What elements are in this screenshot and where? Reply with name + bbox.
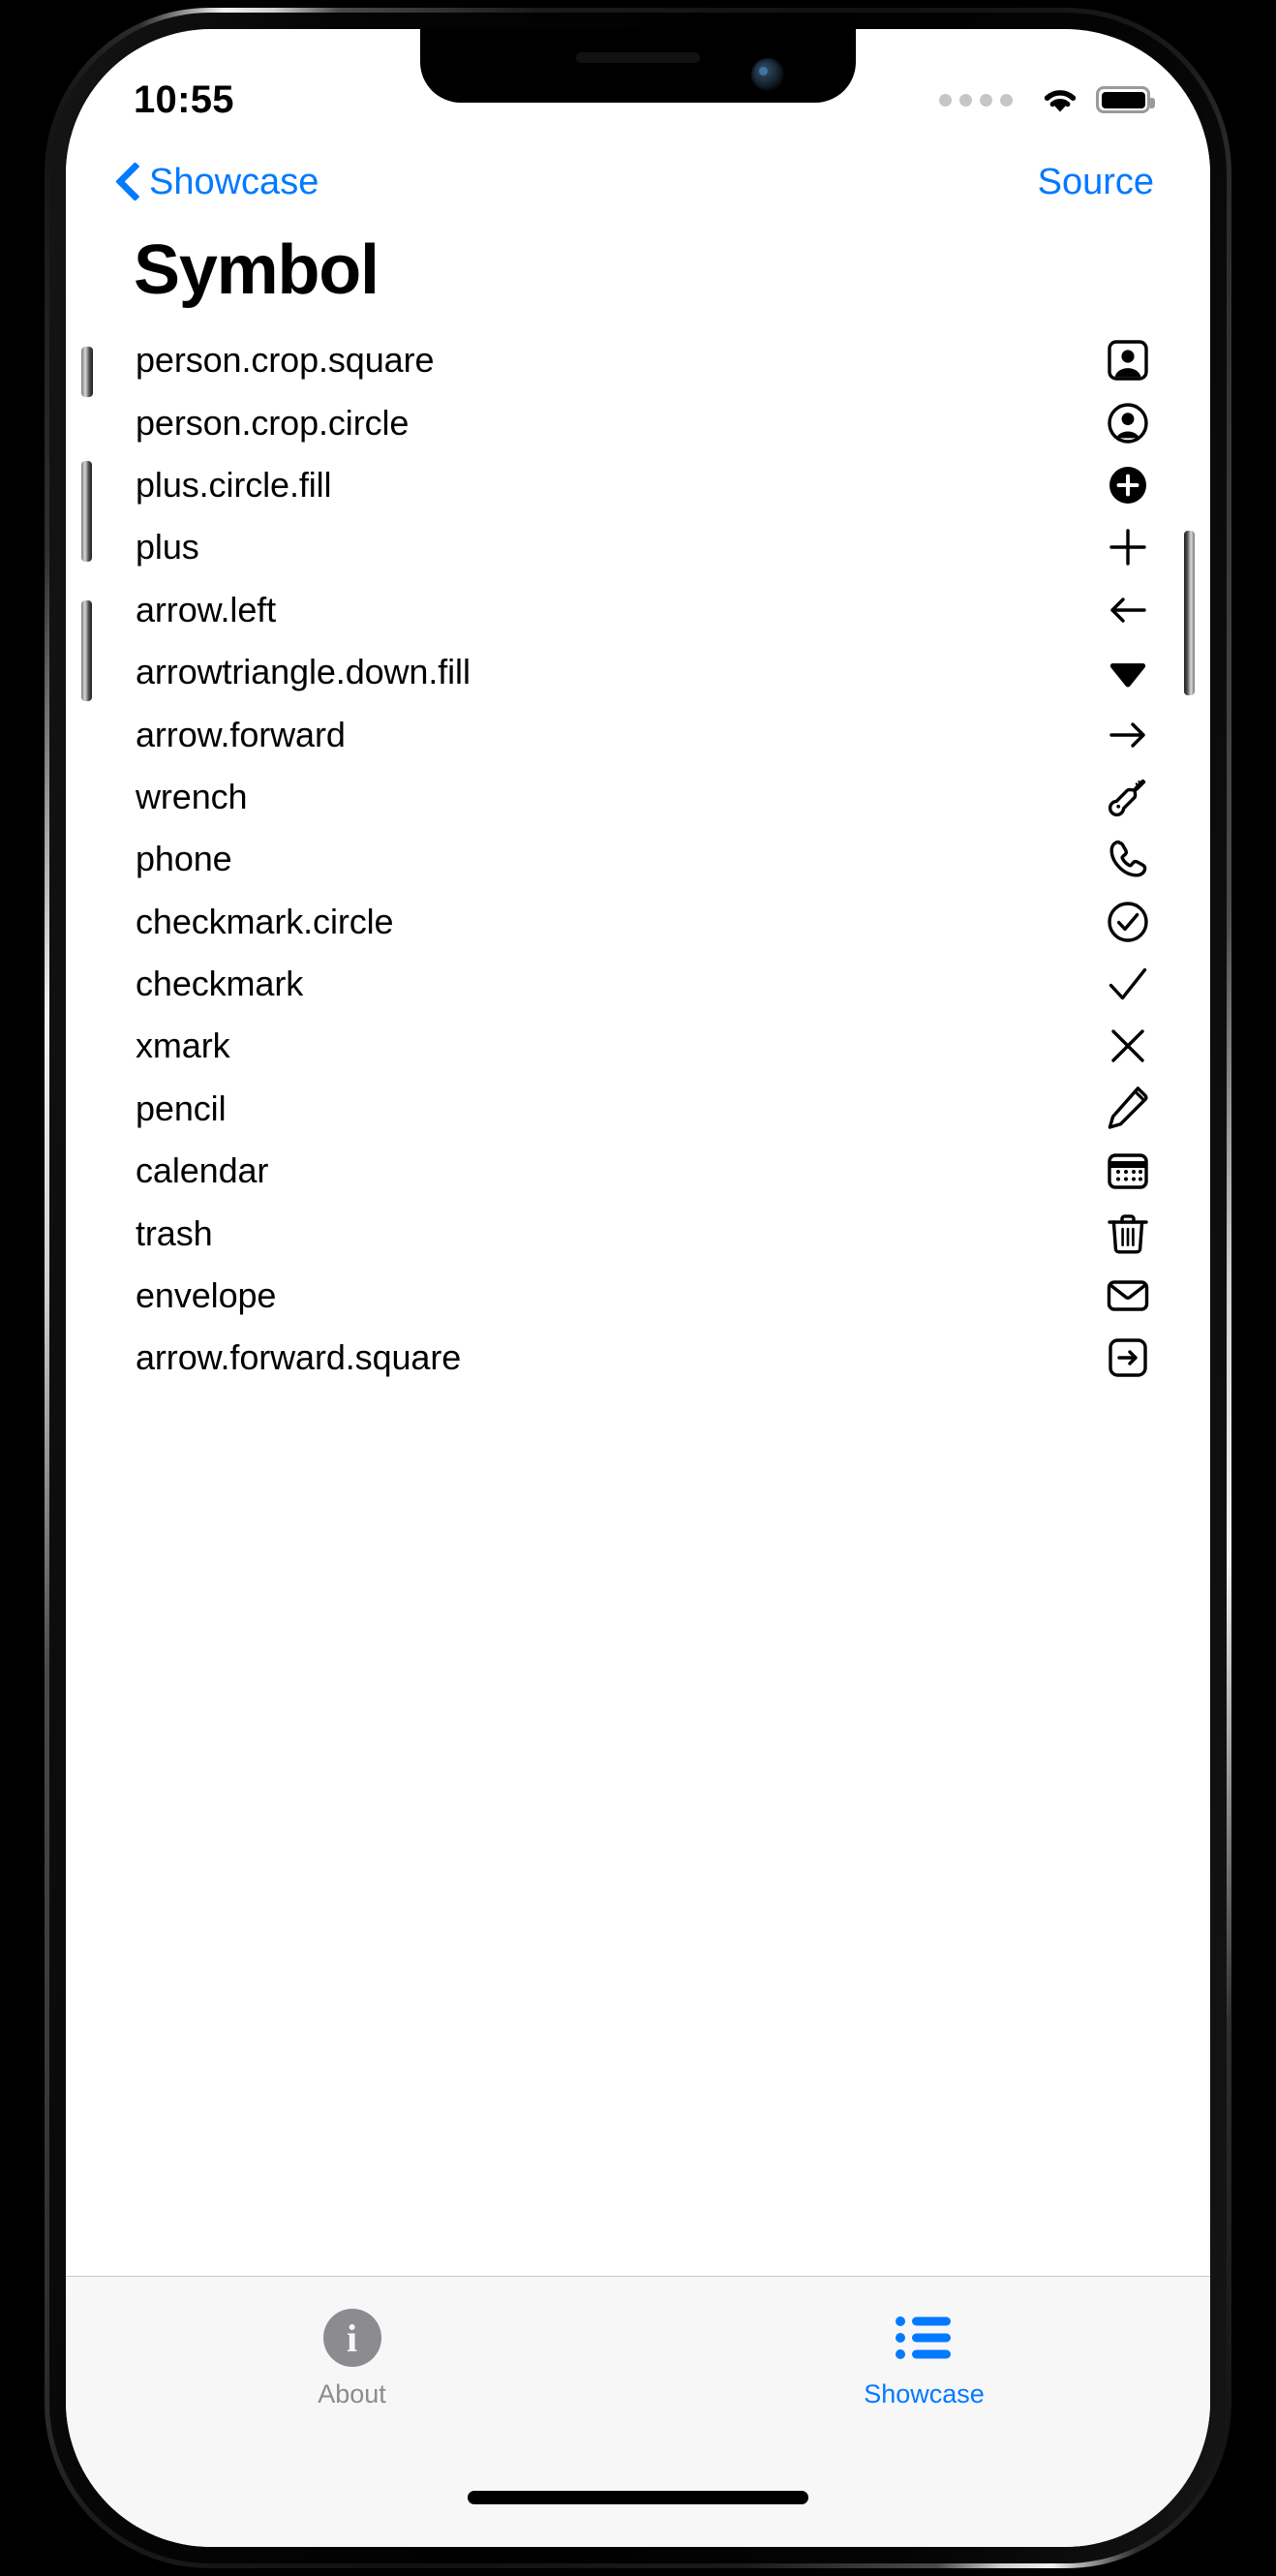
source-button[interactable]: Source bbox=[1038, 162, 1154, 203]
table-row[interactable]: xmark bbox=[66, 1015, 1210, 1077]
symbol-name-label: person.crop.circle bbox=[136, 402, 410, 443]
table-row[interactable]: trash bbox=[66, 1202, 1210, 1264]
cellular-dots-icon bbox=[939, 93, 1013, 107]
table-row[interactable]: person.crop.square bbox=[66, 329, 1210, 391]
page-title: Symbol bbox=[134, 231, 380, 309]
wrench-icon bbox=[1106, 775, 1150, 819]
list-bullet-icon bbox=[895, 2306, 955, 2370]
chevron-left-icon bbox=[114, 161, 139, 203]
arrow-forward-icon bbox=[1106, 713, 1150, 757]
table-row[interactable]: plus.circle.fill bbox=[66, 454, 1210, 516]
checkmark-icon bbox=[1106, 962, 1150, 1006]
symbol-name-label: arrowtriangle.down.fill bbox=[136, 652, 471, 692]
power-button[interactable] bbox=[1184, 531, 1195, 695]
symbol-name-label: checkmark.circle bbox=[136, 901, 394, 941]
calendar-icon bbox=[1106, 1149, 1150, 1193]
table-row[interactable]: checkmark.circle bbox=[66, 891, 1210, 953]
table-row[interactable]: wrench bbox=[66, 766, 1210, 828]
plus-icon bbox=[1106, 525, 1150, 569]
table-row[interactable]: pencil bbox=[66, 1078, 1210, 1140]
arrowtriangle-down-fill-icon bbox=[1106, 650, 1150, 694]
symbol-name-label: arrow.forward bbox=[136, 714, 346, 754]
person-crop-circle-icon bbox=[1106, 401, 1150, 445]
table-row[interactable]: arrow.left bbox=[66, 579, 1210, 641]
back-button[interactable]: Showcase bbox=[114, 161, 319, 203]
volume-down-button[interactable] bbox=[81, 600, 92, 701]
silent-switch[interactable] bbox=[81, 347, 93, 397]
symbol-name-label: person.crop.square bbox=[136, 340, 435, 381]
symbol-name-label: wrench bbox=[136, 776, 248, 816]
info-circle-fill-icon: i bbox=[322, 2306, 381, 2370]
volume-up-button[interactable] bbox=[81, 461, 92, 562]
tab-showcase-label: Showcase bbox=[864, 2379, 985, 2408]
table-row[interactable]: phone bbox=[66, 828, 1210, 890]
table-row[interactable]: envelope bbox=[66, 1265, 1210, 1327]
arrow-left-icon bbox=[1106, 588, 1150, 632]
front-camera-icon bbox=[751, 58, 784, 91]
xmark-icon bbox=[1106, 1024, 1150, 1068]
tab-about[interactable]: i About bbox=[66, 2277, 638, 2409]
person-crop-square-icon bbox=[1106, 338, 1150, 383]
screenshot-root: 10:55 Showcase Source Symbol person.crop… bbox=[0, 0, 1276, 2576]
trash-icon bbox=[1106, 1211, 1150, 1256]
phone-icon bbox=[1106, 837, 1150, 881]
status-bar-indicators bbox=[939, 85, 1155, 114]
device-bezel: 10:55 Showcase Source Symbol person.crop… bbox=[49, 13, 1227, 2563]
symbol-name-label: plus.circle.fill bbox=[136, 464, 332, 505]
tab-showcase[interactable]: Showcase bbox=[638, 2277, 1210, 2409]
symbol-name-label: xmark bbox=[136, 1026, 230, 1066]
wifi-icon bbox=[1040, 85, 1080, 114]
pencil-icon bbox=[1106, 1086, 1150, 1131]
table-row[interactable]: person.crop.circle bbox=[66, 391, 1210, 453]
plus-circle-fill-icon bbox=[1106, 463, 1150, 507]
status-bar-time: 10:55 bbox=[134, 77, 234, 121]
back-button-label: Showcase bbox=[149, 161, 319, 202]
symbol-name-label: trash bbox=[136, 1212, 213, 1253]
tab-bar: i About Showcase bbox=[66, 2276, 1210, 2547]
tab-about-label: About bbox=[318, 2379, 386, 2408]
navigation-bar: Showcase Source bbox=[66, 138, 1210, 227]
envelope-icon bbox=[1106, 1273, 1150, 1318]
symbol-name-label: plus bbox=[136, 527, 199, 567]
checkmark-circle-icon bbox=[1106, 900, 1150, 944]
iphone-device-frame: 10:55 Showcase Source Symbol person.crop… bbox=[45, 8, 1231, 2568]
symbol-list[interactable]: person.crop.square person.crop.circle plus… bbox=[66, 329, 1210, 2276]
symbol-name-label: envelope bbox=[136, 1275, 277, 1316]
symbol-name-label: phone bbox=[136, 839, 232, 879]
symbol-name-label: checkmark bbox=[136, 964, 304, 1004]
table-row[interactable]: arrowtriangle.down.fill bbox=[66, 641, 1210, 703]
symbol-name-label: calendar bbox=[136, 1150, 269, 1191]
table-row[interactable]: arrow.forward.square bbox=[66, 1327, 1210, 1389]
symbol-name-label: pencil bbox=[136, 1088, 227, 1128]
table-row[interactable]: checkmark bbox=[66, 953, 1210, 1015]
battery-icon bbox=[1096, 86, 1155, 113]
notch bbox=[420, 29, 856, 103]
table-row[interactable]: calendar bbox=[66, 1140, 1210, 1202]
earpiece-speaker-icon bbox=[576, 52, 700, 63]
home-indicator[interactable] bbox=[468, 2491, 808, 2504]
table-row[interactable]: arrow.forward bbox=[66, 703, 1210, 765]
arrow-forward-square-icon bbox=[1106, 1335, 1150, 1380]
symbol-name-label: arrow.forward.square bbox=[136, 1337, 462, 1378]
symbol-name-label: arrow.left bbox=[136, 589, 277, 629]
phone-screen: 10:55 Showcase Source Symbol person.crop… bbox=[66, 29, 1210, 2547]
table-row[interactable]: plus bbox=[66, 516, 1210, 578]
